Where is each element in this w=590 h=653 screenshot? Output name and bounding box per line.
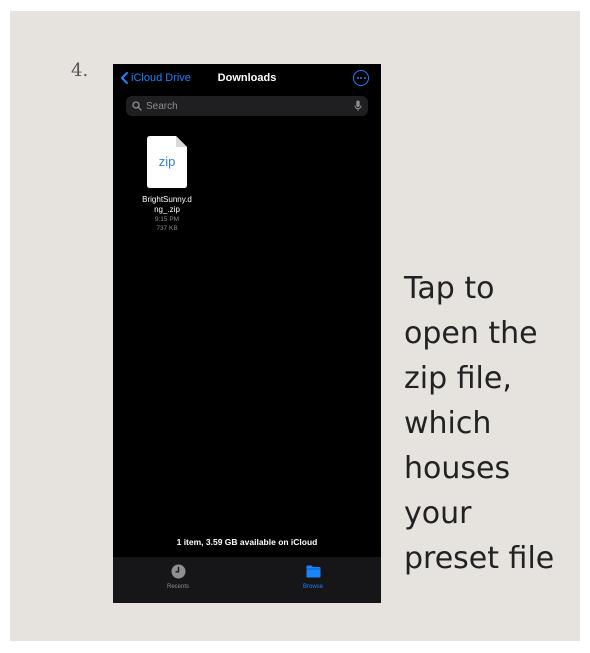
tab-browse[interactable]: Browse bbox=[283, 564, 343, 590]
phone-screenshot: iCloud Drive Downloads zip BrightSunny.d… bbox=[113, 64, 381, 603]
step-number: 4. bbox=[71, 60, 89, 81]
zip-file-icon: zip bbox=[147, 136, 187, 188]
file-name: BrightSunny.d ng_.zip bbox=[142, 195, 192, 214]
tab-label: Recents bbox=[166, 584, 189, 590]
tab-bar: Recents Browse bbox=[113, 557, 381, 603]
file-time: 9:15 PM bbox=[154, 216, 180, 223]
tab-label: Browse bbox=[302, 584, 323, 590]
search-input[interactable] bbox=[146, 99, 346, 113]
clock-icon bbox=[171, 564, 185, 579]
more-options-icon[interactable] bbox=[353, 70, 369, 86]
file-extension-label: zip bbox=[158, 154, 176, 169]
navigation-bar: iCloud Drive Downloads bbox=[113, 64, 381, 94]
file-size: 737 KB bbox=[156, 225, 178, 232]
search-bar[interactable] bbox=[126, 96, 368, 116]
storage-summary: 1 item, 3.59 GB available on iCloud bbox=[176, 537, 318, 547]
tab-recents[interactable]: Recents bbox=[148, 564, 208, 590]
page-title: Downloads bbox=[217, 72, 277, 84]
folder-icon bbox=[306, 565, 320, 578]
instruction-caption: Tap to open the zip file, which houses y… bbox=[404, 271, 555, 576]
search-icon bbox=[132, 101, 142, 111]
microphone-icon[interactable] bbox=[354, 100, 362, 112]
zip-file-item[interactable]: zip BrightSunny.d ng_.zip 9:15 PM 737 KB bbox=[125, 136, 209, 233]
